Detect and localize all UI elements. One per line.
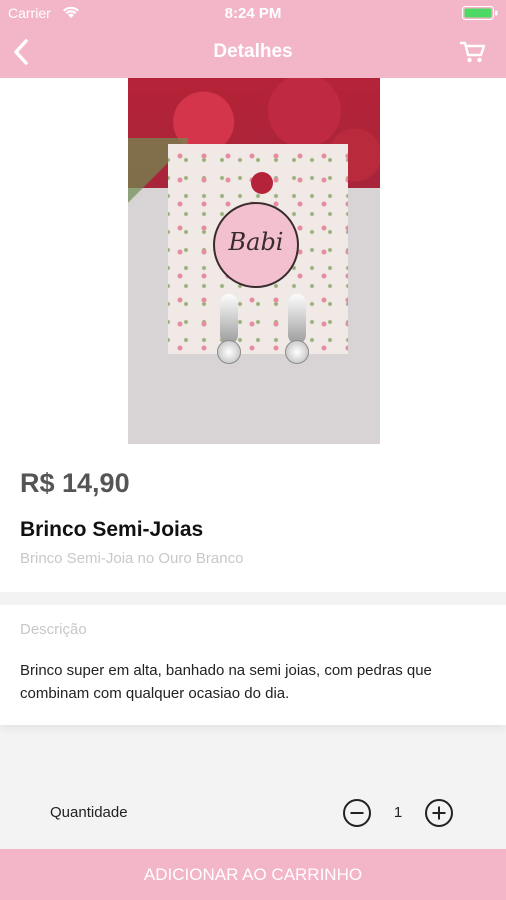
top-bar: Carrier 8:24 PM Detalhes <box>0 0 506 78</box>
battery-icon <box>462 6 498 20</box>
page-title: Detalhes <box>213 41 293 62</box>
brand-logo: Babi <box>213 202 299 288</box>
product-price: R$ 14,90 <box>20 468 130 498</box>
description-text: Brinco super em alta, banhado na semi jo… <box>20 662 432 702</box>
product-name: Brinco Semi-Joias <box>20 518 204 541</box>
earring-right <box>288 294 306 344</box>
plus-circle-icon[interactable] <box>424 798 454 828</box>
product-subtitle: Brinco Semi-Joia no Ouro Branco <box>20 550 244 567</box>
description-card: Descrição Brinco super em alta, banhado … <box>0 605 506 725</box>
earring-left-stone <box>217 340 241 364</box>
earring-left <box>220 294 238 344</box>
quantity-value: 1 <box>393 804 403 821</box>
cart-icon[interactable] <box>460 40 486 64</box>
add-to-cart-button[interactable]: ADICIONAR AO CARRINHO <box>0 849 506 900</box>
product-card: Babi R$ 14,90 Brinco Semi-Joias Brinco S… <box>0 78 506 592</box>
earring-right-stone <box>285 340 309 364</box>
card-hole <box>251 172 273 194</box>
product-image: Babi <box>128 78 380 444</box>
minus-circle-icon[interactable] <box>342 798 372 828</box>
description-label: Descrição <box>20 621 87 638</box>
navigation-bar: Detalhes <box>0 30 506 74</box>
status-bar: Carrier 8:24 PM <box>0 0 506 26</box>
earring-display-card: Babi <box>168 144 348 364</box>
quantity-label: Quantidade <box>50 804 128 821</box>
brand-logo-text: Babi <box>228 228 284 256</box>
status-time: 8:24 PM <box>224 5 282 22</box>
